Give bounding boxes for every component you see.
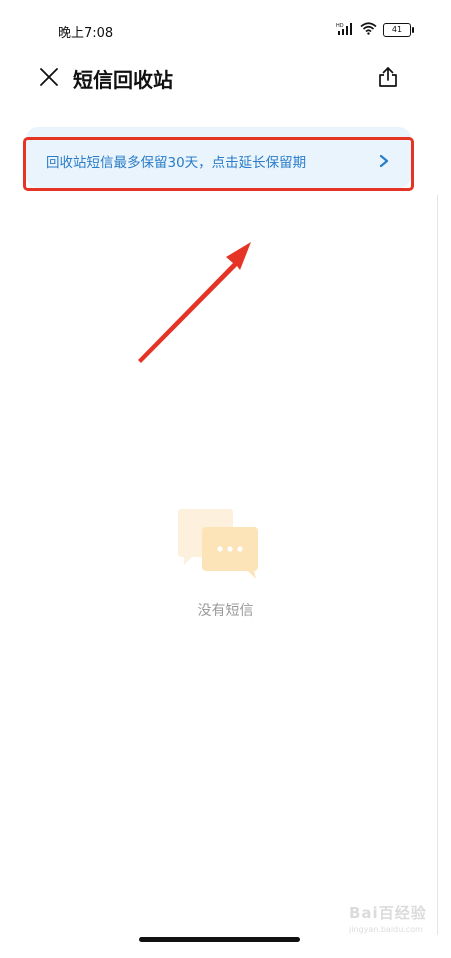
scroll-track xyxy=(437,195,438,935)
watermark-logo: Bai百经验 xyxy=(349,904,427,922)
page-title: 短信回收站 xyxy=(73,68,173,92)
battery-icon: 41 xyxy=(383,22,414,37)
close-icon xyxy=(39,67,59,91)
wifi-icon xyxy=(360,20,377,39)
svg-text:HD: HD xyxy=(336,23,344,29)
status-time: 晚上7:08 xyxy=(58,26,114,41)
status-bar: 晚上7:08 HD 41 xyxy=(0,0,451,60)
share-button[interactable] xyxy=(375,66,401,92)
empty-state-text: 没有短信 xyxy=(197,603,254,619)
annotation-highlight-box xyxy=(23,137,414,191)
watermark-url: jingyan.baidu.com xyxy=(349,925,423,934)
title-bar: 短信回收站 xyxy=(0,55,451,103)
share-icon xyxy=(378,66,398,92)
chat-bubbles-icon xyxy=(176,507,266,583)
watermark: Bai百经验 jingyan.baidu.com xyxy=(349,902,429,946)
annotation-arrow xyxy=(130,235,260,369)
status-icons: HD 41 xyxy=(336,20,414,39)
signal-icon: HD xyxy=(336,20,354,39)
close-button[interactable] xyxy=(36,66,62,92)
home-indicator[interactable] xyxy=(139,937,300,942)
